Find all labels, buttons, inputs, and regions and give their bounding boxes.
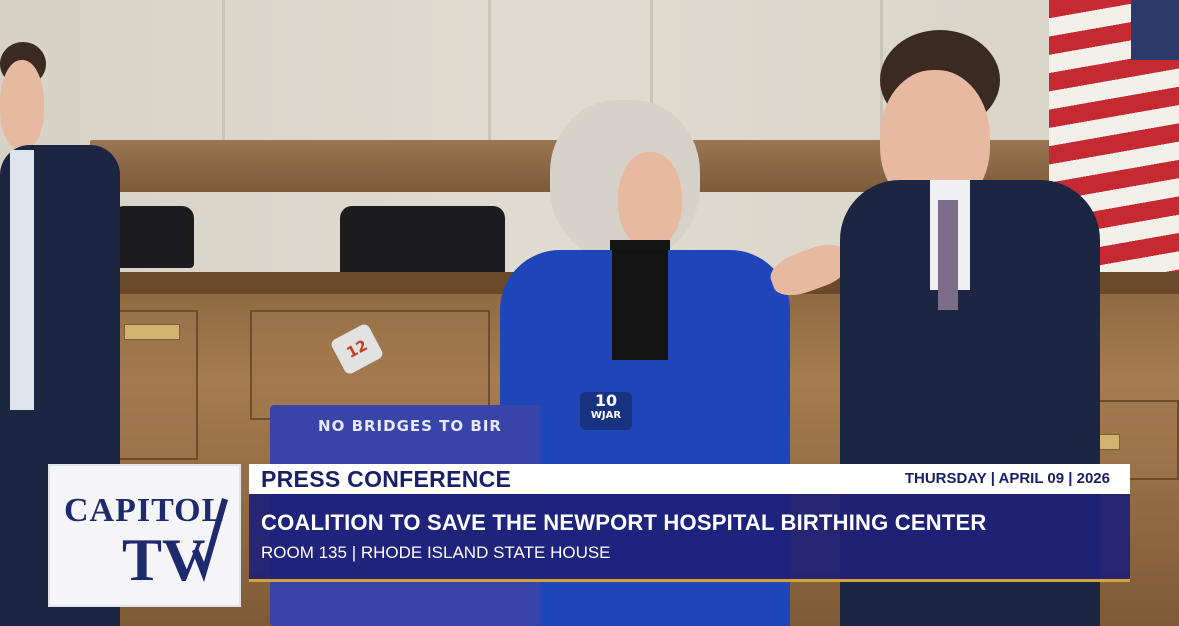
flag-canton <box>1131 0 1179 60</box>
lower-third-body: COALITION TO SAVE THE NEWPORT HOSPITAL B… <box>249 494 1130 579</box>
capitol-tv-logo: CAPITOL TV <box>48 464 241 607</box>
face <box>0 60 44 150</box>
mic-flag-callsign: WJAR <box>590 410 622 421</box>
lower-third-header: PRESS CONFERENCE THURSDAY | APRIL 09 | 2… <box>249 464 1130 494</box>
mic-flag-wjar: 10 WJAR <box>580 392 632 430</box>
lower-third-accent-line <box>249 579 1130 582</box>
lower-third-label: PRESS CONFERENCE <box>261 466 512 492</box>
chair <box>112 206 194 268</box>
tie <box>938 200 958 310</box>
wall-panel-edge <box>222 0 225 160</box>
shirt <box>10 150 34 410</box>
dais-panel <box>250 310 490 420</box>
wall-panel-edge <box>488 0 491 160</box>
video-frame: NO BRIDGES TO BIR 12 10 WJAR CAPITOL TV … <box>0 0 1179 626</box>
name-plate <box>124 324 180 340</box>
podium-sign-text: NO BRIDGES TO BIR <box>318 417 502 435</box>
lower-third-subtitle: ROOM 135 | RHODE ISLAND STATE HOUSE <box>261 543 611 562</box>
checkmark-icon <box>192 498 228 582</box>
face <box>618 152 682 247</box>
mic-flag-channel: 10 <box>594 391 618 410</box>
top <box>612 250 668 360</box>
lower-third-date: THURSDAY | APRIL 09 | 2026 <box>904 470 1110 487</box>
lower-third-title: COALITION TO SAVE THE NEWPORT HOSPITAL B… <box>261 510 987 535</box>
